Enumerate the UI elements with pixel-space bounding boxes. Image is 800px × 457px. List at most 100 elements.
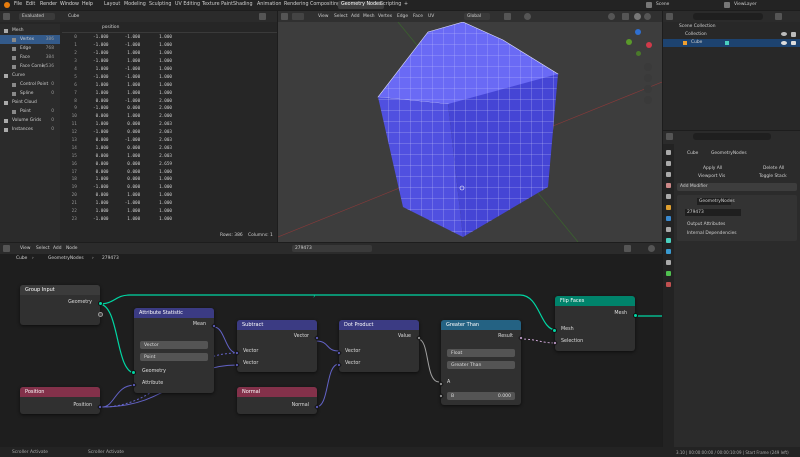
socket-geometry-out[interactable] [98,301,103,306]
spreadsheet-editor-icon[interactable] [3,13,10,20]
spreadsheet-domain-10[interactable]: Volume Grids 0 [0,116,60,125]
spreadsheet-domain-11[interactable]: Instances 0 [0,125,60,134]
properties-tab-icon-2[interactable] [666,172,671,177]
gizmo-z-axis[interactable] [635,29,641,35]
xray-icon[interactable] [622,13,629,20]
domain-dropdown[interactable]: Point [140,353,208,361]
vp-menu-uv[interactable]: UV [428,14,434,19]
add-workspace-button[interactable]: + [401,1,411,9]
properties-tab-icon-11[interactable] [666,271,671,276]
scene-collection-label[interactable]: Scene Collection [679,24,716,29]
vp-menu-select[interactable]: Select [334,14,348,19]
modifier-name-field[interactable]: GeometryNodes [697,198,735,205]
evaluation-mode-dropdown[interactable]: Evaluated [19,13,55,20]
spreadsheet-domain-6[interactable]: Control Point 0 [0,80,60,89]
cube-camera-icon[interactable] [791,41,796,45]
node-header[interactable]: Greater Than [441,320,521,330]
node-header[interactable]: Subtract [237,320,317,330]
outliner-filter-icon[interactable] [775,13,782,20]
gizmo-x-axis[interactable] [646,42,652,48]
node-header[interactable]: Group Input [20,285,100,295]
perspective-grid-icon[interactable] [644,96,652,104]
node-header[interactable]: Attribute Statistic [134,308,214,318]
cube-eye-icon[interactable] [781,41,787,45]
vp-menu-edge[interactable]: Edge [397,14,408,19]
properties-tab-icon-3[interactable] [666,183,671,188]
viewport-vis-button[interactable]: Viewport Vis [698,174,725,179]
tab-modeling[interactable]: Modeling [121,1,149,9]
outliner-row-cube[interactable]: Cube [663,39,800,47]
node-group-input[interactable]: Group Input Geometry [20,285,103,325]
operation-dropdown[interactable]: Greater Than [447,361,515,369]
shading-material-icon[interactable] [644,13,651,20]
tab-sculpting[interactable]: Sculpting [146,1,174,9]
spreadsheet-domain-4[interactable]: Face Corner 1,536 [0,62,60,71]
socket-empty-out[interactable] [98,312,103,317]
spreadsheet-domain-1[interactable]: Vertex 386 [0,35,60,44]
socket-geometry-in[interactable] [131,370,136,375]
camera-icon[interactable] [644,85,652,93]
menu-window[interactable]: Window [60,2,79,7]
internal-dependencies-panel[interactable]: Internal Dependencies [687,231,737,236]
node-header[interactable]: Normal [237,387,317,397]
outliner-search-field[interactable] [693,13,763,20]
outliner-editor-icon[interactable] [666,13,673,20]
properties-tab-icon-6[interactable] [666,216,671,221]
vp-menu-mesh[interactable]: Mesh [363,14,375,19]
node-header[interactable]: Flip Faces [555,296,635,306]
menu-render[interactable]: Render [40,2,57,7]
zoom-icon[interactable] [644,63,652,71]
spreadsheet-domain-9[interactable]: Point 0 [0,107,60,116]
spreadsheet-domain-0[interactable]: Mesh [0,26,60,35]
compare-type-dropdown[interactable]: Float [447,349,515,357]
menu-edit[interactable]: Edit [26,2,35,7]
properties-tab-icon-12[interactable] [666,282,671,287]
menu-file[interactable]: File [14,2,22,7]
viewport-editor-icon[interactable] [281,13,288,20]
properties-tab-icon-5[interactable] [666,205,671,210]
properties-tab-icon-0[interactable] [666,150,671,155]
transform-orientation-dropdown[interactable]: Global [464,13,490,20]
gizmo-y-axis[interactable] [626,39,632,45]
properties-editor-icon[interactable] [666,133,673,140]
vp-menu-vertex[interactable]: Vertex [378,14,392,19]
pan-hand-icon[interactable] [644,74,652,82]
properties-tab-icon-9[interactable] [666,249,671,254]
node-header[interactable]: Position [20,387,100,397]
proportional-edit-icon[interactable] [524,13,531,20]
visibility-eye-icon[interactable] [781,32,787,36]
scene-name[interactable]: Scene [656,2,669,7]
3d-viewport[interactable]: View Select Add Mesh Vertex Edge Face UV… [278,11,662,242]
node-normal[interactable]: Normal Normal [237,387,320,414]
snap-icon[interactable] [504,13,511,20]
toggle-stack-button[interactable]: Toggle Stack [759,174,787,179]
node-subtract[interactable]: Subtract Vector Vector Vector [234,320,320,372]
delete-all-button[interactable]: Delete All [763,166,784,171]
vp-menu-add[interactable]: Add [351,14,360,19]
filter-icon[interactable] [259,13,266,20]
properties-tab-icon-8[interactable] [666,238,671,243]
spreadsheet-domain-2[interactable]: Edge 768 [0,44,60,53]
socket-mesh-in[interactable] [552,328,557,333]
properties-tab-icon-1[interactable] [666,161,671,166]
node-position[interactable]: Position Position [20,387,103,414]
vp-menu-view[interactable]: View [318,14,328,19]
spreadsheet-domain-7[interactable]: Spline 0 [0,89,60,98]
properties-tab-icon-7[interactable] [666,227,671,232]
vp-menu-face[interactable]: Face [413,14,423,19]
column-header-position[interactable]: position [102,25,119,30]
tab-layout[interactable]: Layout [101,1,123,9]
tab-shading[interactable]: Shading [230,1,256,9]
node-greater-than[interactable]: Greater Than Result Float Greater Than A… [438,320,524,405]
cube-mesh[interactable] [278,22,662,242]
add-modifier-button[interactable]: Add Modifier [677,183,797,191]
properties-tab-icon-10[interactable] [666,260,671,265]
node-attribute-statistic[interactable]: Attribute Statistic Mean Vector Point Ge… [131,308,217,393]
node-header[interactable]: Dot Product [339,320,419,330]
data-type-dropdown[interactable]: Vector [140,341,208,349]
node-editor[interactable]: View Select Add Node 279473 Cube › Geome… [0,243,662,447]
properties-search-field[interactable] [693,133,771,140]
gizmo-neg-axis[interactable] [636,51,641,56]
tab-animation[interactable]: Animation [254,1,284,9]
apply-all-button[interactable]: Apply All [703,166,722,171]
